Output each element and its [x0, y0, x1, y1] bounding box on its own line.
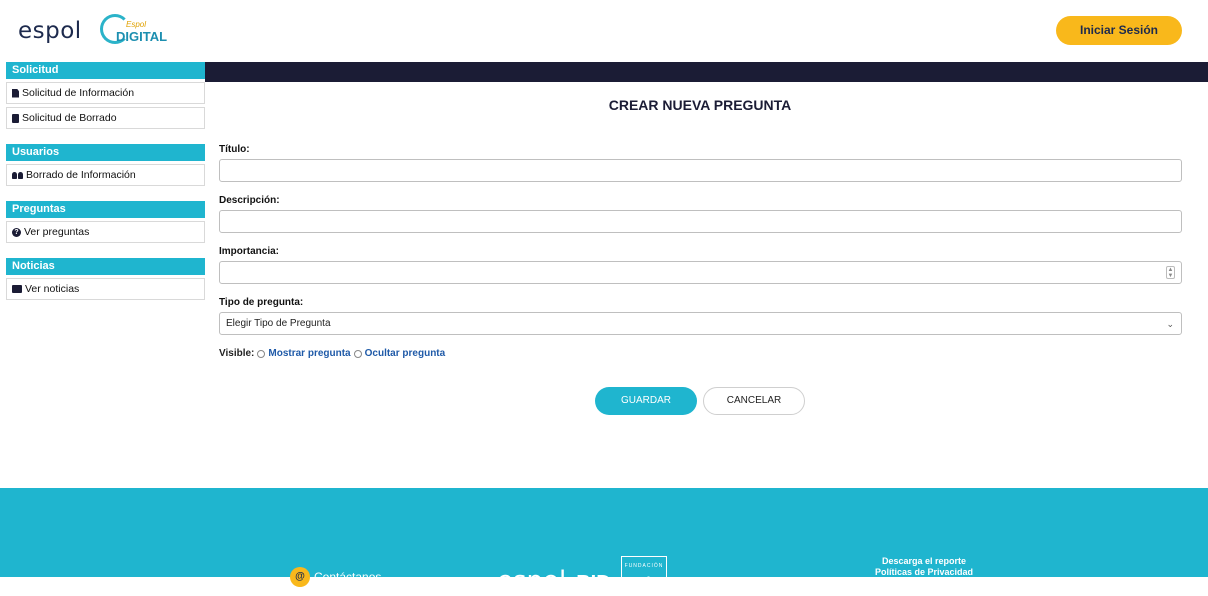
sidebar-item-ver-preguntas[interactable]: ? Ver preguntas — [6, 221, 205, 243]
visible-radio-group: Visible: Mostrar pregunta Ocultar pregun… — [219, 348, 445, 359]
download-report-link[interactable]: Descarga el reporte — [875, 556, 973, 567]
visible-label: Visible: — [219, 348, 255, 359]
radio-ocultar-label[interactable]: Ocultar pregunta — [365, 348, 446, 359]
logo-digital-text: DIGITAL — [116, 29, 168, 44]
sidebar-section-preguntas: Preguntas — [6, 201, 205, 218]
contact-link[interactable]: @ Contáctanos — [290, 567, 381, 587]
sidebar-item-solicitud-borrado[interactable]: Solicitud de Borrado — [6, 107, 205, 129]
footer-pais-text: país — [624, 574, 659, 594]
question-icon: ? — [12, 227, 21, 237]
cancel-button[interactable]: CANCELAR — [703, 387, 805, 415]
privacy-policy-link[interactable]: Políticas de Privacidad — [875, 567, 973, 578]
sidebar-item-label: Ver noticias — [25, 282, 80, 295]
number-spinner-icon[interactable]: ▲ ▼ — [1166, 266, 1175, 279]
footer-pais-small: FUNDACIÓN — [624, 563, 664, 569]
contact-label: Contáctanos — [314, 570, 382, 584]
sidebar-item-label: Ver preguntas — [24, 225, 90, 238]
tipo-pregunta-selected: Elegir Tipo de Pregunta — [226, 318, 331, 329]
email-icon: @ — [290, 567, 310, 587]
page-title: CREAR NUEVA PREGUNTA — [608, 97, 792, 113]
top-bar — [205, 62, 1208, 82]
espol-logo[interactable]: espol — [18, 18, 82, 44]
sidebar-item-label: Solicitud de Información — [22, 86, 135, 99]
sidebar-item-borrado-informacion[interactable]: Borrado de Información — [6, 164, 205, 186]
espol-digital-logo[interactable]: Espol DIGITAL — [100, 14, 170, 48]
footer-pais-logo: FUNDACIÓN país — [620, 556, 668, 594]
footer: @ Contáctanos espol BID FUNDACIÓN país D… — [0, 488, 1208, 594]
sidebar-item-ver-noticias[interactable]: Ver noticias — [6, 278, 205, 300]
radio-ocultar[interactable] — [353, 349, 362, 358]
chevron-down-icon: ⌄ — [1166, 319, 1174, 329]
descripcion-input[interactable] — [219, 210, 1182, 233]
tipo-pregunta-label: Tipo de pregunta: — [219, 297, 304, 308]
sidebar-item-label: Borrado de Información — [26, 168, 136, 181]
descripcion-label: Descripción: — [219, 195, 280, 206]
titulo-input[interactable] — [219, 159, 1182, 182]
tipo-pregunta-select[interactable]: Elegir Tipo de Pregunta ⌄ — [219, 312, 1182, 335]
radio-mostrar-label[interactable]: Mostrar pregunta — [268, 348, 350, 359]
sidebar-section-noticias: Noticias — [6, 258, 205, 275]
footer-logos: espol BID FUNDACIÓN país — [497, 556, 668, 596]
sidebar-section-solicitud: Solicitud — [6, 62, 205, 79]
titulo-label: Título: — [219, 144, 250, 155]
importancia-label: Importancia: — [219, 246, 280, 257]
footer-bid-logo: BID — [576, 572, 611, 594]
logo-script-text: Espol — [126, 20, 147, 29]
login-button[interactable]: Iniciar Sesión — [1056, 16, 1182, 45]
header: espol Espol DIGITAL Iniciar Sesión — [0, 0, 1208, 62]
sidebar-section-usuarios: Usuarios — [6, 144, 205, 161]
users-icon — [12, 171, 23, 179]
sidebar-item-solicitud-informacion[interactable]: Solicitud de Información — [6, 82, 205, 104]
newspaper-icon — [12, 285, 22, 293]
save-button[interactable]: GUARDAR — [595, 387, 697, 415]
radio-mostrar[interactable] — [257, 349, 266, 358]
document-icon — [12, 88, 19, 98]
importancia-input[interactable]: ▲ ▼ — [219, 261, 1182, 284]
footer-espol-logo: espol — [497, 566, 567, 596]
footer-links: Descarga el reporte Políticas de Privaci… — [875, 556, 973, 578]
sidebar-item-label: Solicitud de Borrado — [22, 111, 117, 124]
sidebar: Solicitud Solicitud de Información Solic… — [6, 62, 205, 300]
trash-icon — [12, 113, 19, 123]
